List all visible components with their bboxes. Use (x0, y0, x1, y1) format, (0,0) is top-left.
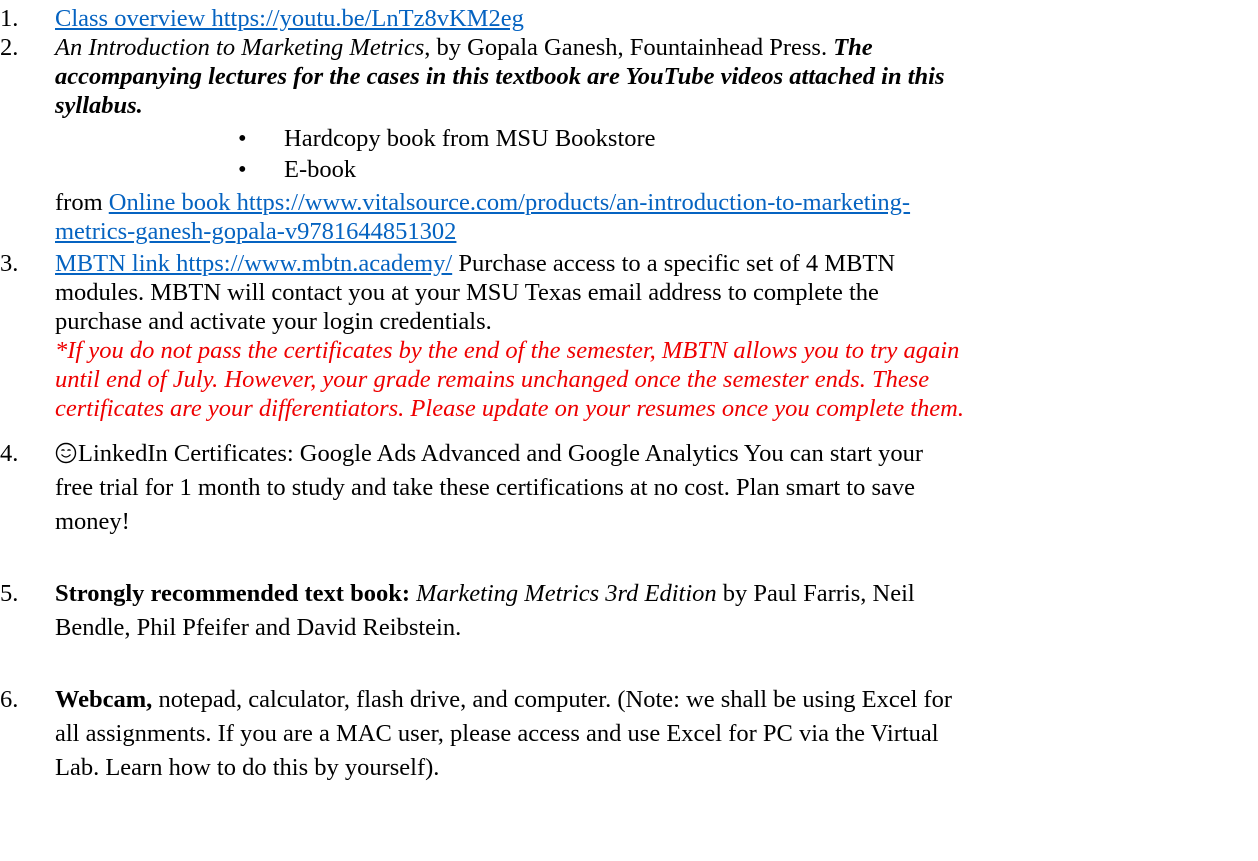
recommended-authors: by Paul Farris, Neil (716, 580, 915, 607)
textbook-title: An Introduction to Marketing Metrics (55, 34, 425, 61)
item-number: 1. (0, 5, 19, 32)
online-book-link-cont[interactable]: metrics-ganesh-gopala-v9781644851302 (55, 218, 456, 245)
emphasis-text: The (833, 34, 873, 61)
supplies-text: notepad, calculator, flash drive, and co… (152, 686, 953, 713)
online-book-link[interactable]: Online book https://www.vitalsource.com/… (109, 189, 910, 216)
mbtn-text: modules. MBTN will contact you at your M… (55, 279, 879, 306)
mbtn-note: certificates are your differentiators. P… (55, 395, 965, 422)
linkedin-text: money! (55, 508, 130, 535)
mbtn-link[interactable]: MBTN link https://www.mbtn.academy/ (55, 250, 452, 277)
linkedin-text: LinkedIn Certificates: Google Ads Advanc… (78, 440, 924, 467)
mbtn-text: Purchase access to a specific set of 4 M… (452, 250, 896, 277)
emphasis-text: syllabus. (55, 92, 143, 119)
supplies-text: all assignments. If you are a MAC user, … (55, 720, 939, 747)
webcam-label: Webcam, (55, 686, 153, 713)
recommended-label: Strongly recommended text book: (55, 580, 410, 607)
textbook-author: , by Gopala Ganesh, Fountainhead Press. (424, 34, 834, 61)
bullet-icon: • (238, 156, 247, 183)
smiley-icon (55, 442, 77, 464)
mbtn-note: until end of July. However, your grade r… (55, 366, 930, 393)
from-label: from (55, 189, 109, 216)
item-number: 2. (0, 34, 19, 61)
bullet-item-ebook: E-book (284, 156, 357, 183)
class-overview-link[interactable]: Class overview https://youtu.be/LnTz8vKM… (55, 5, 524, 32)
recommended-title: Marketing Metrics 3rd Edition (416, 580, 717, 607)
item-number: 5. (0, 580, 19, 607)
bullet-item-hardcopy: Hardcopy book from MSU Bookstore (284, 125, 656, 152)
bullet-icon: • (238, 125, 247, 152)
item-number: 6. (0, 686, 19, 713)
document-page: 1. Class overview https://youtu.be/LnTz8… (0, 0, 1258, 861)
item-number: 3. (0, 250, 19, 277)
recommended-authors: Bendle, Phil Pfeifer and David Reibstein… (55, 614, 462, 641)
emphasis-text: accompanying lectures for the cases in t… (55, 63, 945, 90)
mbtn-text: purchase and activate your login credent… (55, 308, 492, 335)
linkedin-text: free trial for 1 month to study and take… (55, 474, 915, 501)
mbtn-note: *If you do not pass the certificates by … (55, 337, 960, 364)
supplies-text: Lab. Learn how to do this by yourself). (55, 754, 440, 781)
item-number: 4. (0, 440, 19, 467)
